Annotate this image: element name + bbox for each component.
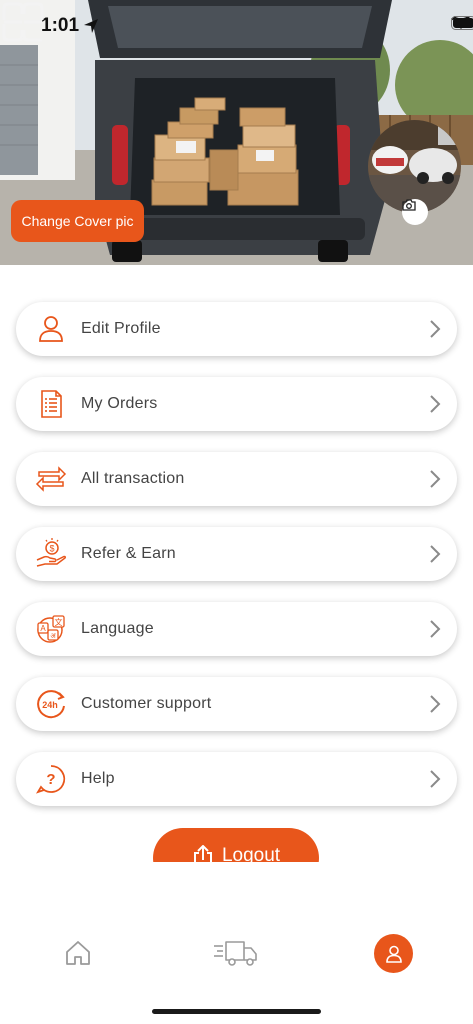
menu-label: Help <box>81 770 115 787</box>
menu-label: My Orders <box>81 395 158 412</box>
chevron-right-icon <box>430 470 441 488</box>
bottom-navigation <box>0 910 473 1000</box>
transfer-arrows-icon <box>35 466 67 492</box>
order-list-icon <box>41 390 62 418</box>
profile-icon <box>385 945 402 963</box>
hand-coin-icon: $ <box>36 538 67 567</box>
svg-text:24h: 24h <box>42 700 58 710</box>
menu-item-language[interactable]: A 文 अ Language <box>16 602 457 656</box>
menu-label: Customer support <box>81 695 212 712</box>
menu-item-all-transaction[interactable]: All transaction <box>16 452 457 506</box>
user-icon <box>39 316 63 342</box>
chevron-right-icon <box>430 545 441 563</box>
menu-label: Edit Profile <box>81 320 161 337</box>
support-24h-icon: 24h <box>37 690 65 719</box>
truck-icon[interactable] <box>213 938 259 968</box>
camera-icon[interactable] <box>402 199 428 225</box>
profile-menu: Edit Profile My Orders All transaction $ <box>16 302 457 827</box>
nav-profile-button[interactable] <box>374 934 413 973</box>
svg-text:文: 文 <box>55 617 63 627</box>
menu-label: Language <box>81 620 154 637</box>
home-icon[interactable] <box>64 939 92 967</box>
scroll-mask <box>0 862 473 902</box>
change-cover-button[interactable]: Change Cover pic <box>11 200 144 242</box>
menu-item-edit-profile[interactable]: Edit Profile <box>16 302 457 356</box>
chevron-right-icon <box>430 695 441 713</box>
menu-label: Refer & Earn <box>81 545 176 562</box>
profile-avatar[interactable] <box>368 120 461 225</box>
svg-text:$: $ <box>49 544 54 554</box>
menu-item-refer-earn[interactable]: $ Refer & Earn <box>16 527 457 581</box>
status-bar: 1:01 <box>0 0 473 50</box>
menu-item-my-orders[interactable]: My Orders <box>16 377 457 431</box>
change-cover-label: Change Cover pic <box>21 213 134 229</box>
menu-item-customer-support[interactable]: 24h Customer support <box>16 677 457 731</box>
chevron-right-icon <box>430 770 441 788</box>
status-time: 1:01 <box>41 15 80 36</box>
menu-label: All transaction <box>81 470 185 487</box>
svg-text:A: A <box>40 624 46 633</box>
chevron-right-icon <box>430 320 441 338</box>
language-icon: A 文 अ <box>37 615 65 643</box>
cover-image: 1:01 Change Cover pic <box>0 0 473 265</box>
location-arrow-icon <box>84 19 98 33</box>
svg-text:अ: अ <box>50 633 56 640</box>
battery-icon <box>451 16 473 30</box>
menu-item-help[interactable]: ? Help <box>16 752 457 806</box>
svg-text:?: ? <box>46 771 55 788</box>
home-indicator <box>152 1009 321 1014</box>
chevron-right-icon <box>430 620 441 638</box>
app-logo-icon <box>2 2 44 42</box>
chevron-right-icon <box>430 395 441 413</box>
help-question-icon: ? <box>35 765 66 794</box>
